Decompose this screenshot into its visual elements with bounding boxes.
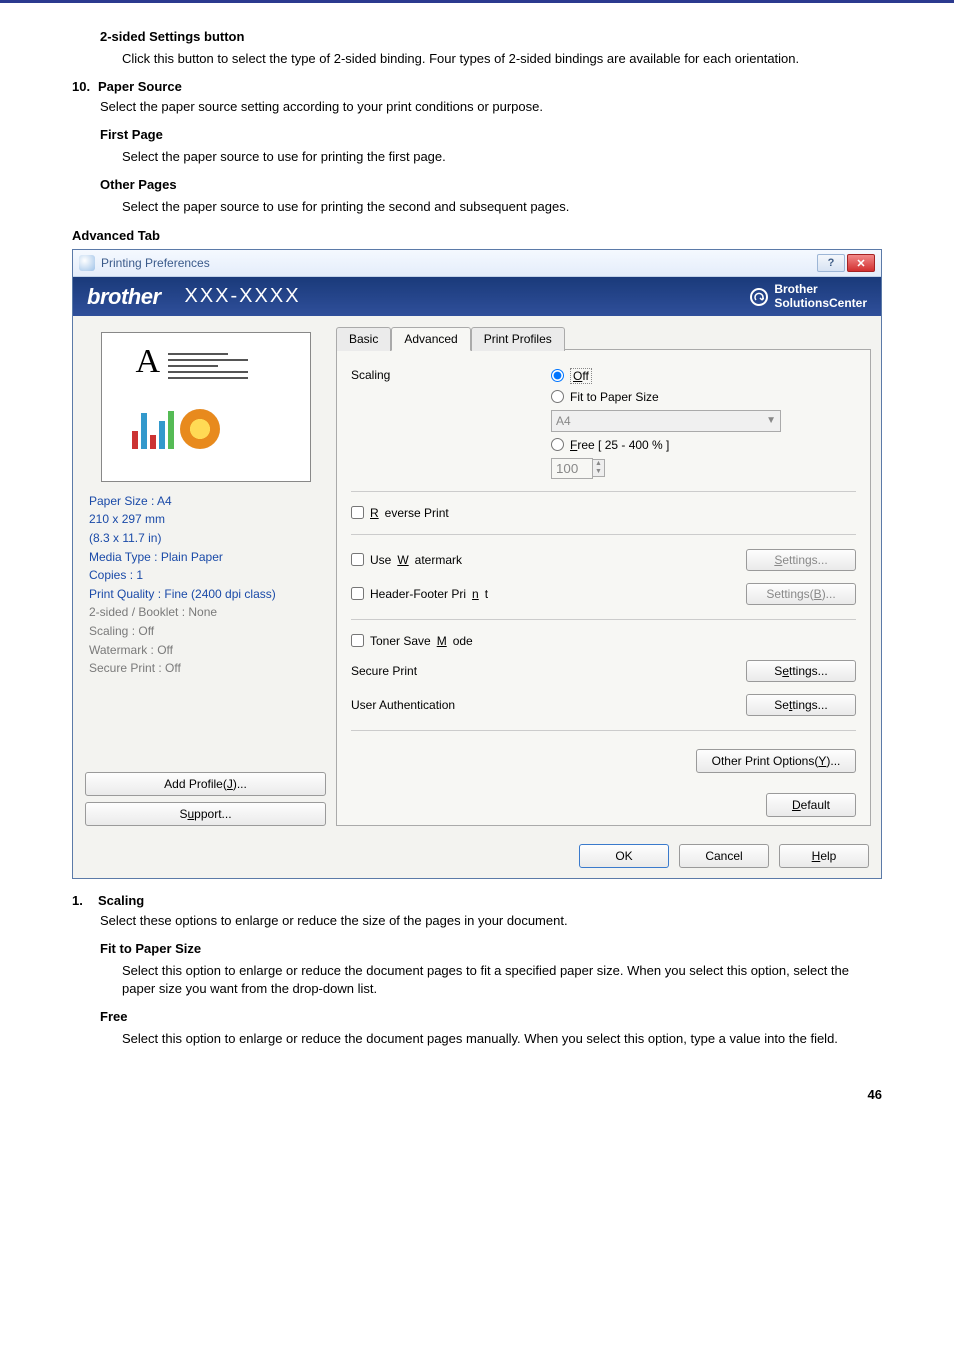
summary-watermark: Watermark : Off xyxy=(89,641,322,660)
spinner-up[interactable]: ▲ xyxy=(593,460,604,468)
help-footer-button[interactable]: Help xyxy=(779,844,869,868)
two-sided-title: 2-sided Settings button xyxy=(100,29,882,44)
other-pages-body: Select the paper source to use for print… xyxy=(122,198,882,217)
model-name: XXX-XXXX xyxy=(185,285,301,308)
summary-quality: Print Quality : Fine (2400 dpi class) xyxy=(89,585,322,604)
fit-title: Fit to Paper Size xyxy=(100,941,882,956)
brother-logo: brother xyxy=(87,284,161,310)
printing-preferences-dialog: Printing Preferences ? ✕ brother XXX-XXX… xyxy=(72,249,882,878)
summary-dims-in: (8.3 x 11.7 in) xyxy=(89,529,322,548)
ok-button[interactable]: OK xyxy=(579,844,669,868)
summary-paper-size: Paper Size : A4 xyxy=(89,492,322,511)
reverse-print-checkbox[interactable]: Reverse Print xyxy=(351,506,449,520)
support-button[interactable]: Support... xyxy=(85,802,326,826)
scaling-off-radio[interactable]: Off xyxy=(551,368,781,384)
page-number: 46 xyxy=(0,1079,954,1122)
chevron-down-icon: ▼ xyxy=(766,415,776,426)
free-title: Free xyxy=(100,1009,882,1024)
first-page-body: Select the paper source to use for print… xyxy=(122,148,882,167)
other-pages-title: Other Pages xyxy=(100,177,882,192)
add-profile-button[interactable]: Add Profile(J)... xyxy=(85,772,326,796)
item10-body: Select the paper source setting accordin… xyxy=(100,98,882,117)
scaling-free-radio[interactable]: Free [ 25 - 400 % ] xyxy=(551,438,781,452)
use-watermark-checkbox[interactable]: Use Watermark xyxy=(351,553,462,567)
two-sided-body: Click this button to select the type of … xyxy=(122,50,882,69)
solutions-arrow-icon xyxy=(750,288,768,306)
tab-advanced[interactable]: Advanced xyxy=(391,327,470,351)
other-print-options-button[interactable]: Other Print Options(Y)... xyxy=(696,749,856,773)
summary-dims-mm: 210 x 297 mm xyxy=(89,510,322,529)
scaling-free-spinner[interactable]: ▲▼ xyxy=(551,458,781,479)
fit-papersize-select[interactable]: A4 ▼ xyxy=(551,410,781,432)
preview-thumbnail: A xyxy=(101,332,311,482)
brand-bar: brother XXX-XXXX Brother SolutionsCenter xyxy=(73,277,881,315)
user-auth-settings-button[interactable]: Settings... xyxy=(746,694,856,716)
header-footer-checkbox[interactable]: Header-Footer Print xyxy=(351,587,488,601)
scaling-label: Scaling xyxy=(351,368,551,382)
summary-scaling: Scaling : Off xyxy=(89,622,322,641)
solutions-line2: SolutionsCenter xyxy=(774,296,867,310)
solutions-center-link[interactable]: Brother SolutionsCenter xyxy=(750,283,867,309)
titlebar: Printing Preferences ? ✕ xyxy=(73,250,881,277)
cancel-button[interactable]: Cancel xyxy=(679,844,769,868)
fit-body: Select this option to enlarge or reduce … xyxy=(122,962,882,1000)
solutions-line1: Brother xyxy=(774,282,817,296)
free-body: Select this option to enlarge or reduce … xyxy=(122,1030,882,1049)
toner-save-checkbox[interactable]: Toner Save Mode xyxy=(351,634,473,648)
item1-title: Scaling xyxy=(98,893,144,908)
window-title: Printing Preferences xyxy=(101,256,210,270)
summary-secure-print: Secure Print : Off xyxy=(89,659,322,678)
summary-media-type: Media Type : Plain Paper xyxy=(89,548,322,567)
secure-print-settings-button[interactable]: Settings... xyxy=(746,660,856,682)
item1-num: 1. xyxy=(72,893,98,908)
close-button[interactable]: ✕ xyxy=(847,254,875,272)
summary-copies: Copies : 1 xyxy=(89,566,322,585)
item10-num: 10. xyxy=(72,79,98,94)
secure-print-label: Secure Print xyxy=(351,664,417,678)
spinner-down[interactable]: ▼ xyxy=(593,468,604,476)
summary-2sided: 2-sided / Booklet : None xyxy=(89,603,322,622)
app-icon xyxy=(79,255,95,271)
settings-summary: Paper Size : A4 210 x 297 mm (8.3 x 11.7… xyxy=(83,492,328,678)
watermark-settings-button[interactable]: Settings... xyxy=(746,549,856,571)
scaling-free-input[interactable] xyxy=(551,458,593,479)
user-auth-label: User Authentication xyxy=(351,698,455,712)
header-footer-settings-button[interactable]: Settings(B)... xyxy=(746,583,856,605)
item1-body: Select these options to enlarge or reduc… xyxy=(100,912,882,931)
tab-print-profiles[interactable]: Print Profiles xyxy=(471,327,565,351)
help-button[interactable]: ? xyxy=(817,254,845,272)
tab-basic[interactable]: Basic xyxy=(336,327,391,351)
advanced-tab-heading: Advanced Tab xyxy=(72,228,882,243)
first-page-title: First Page xyxy=(100,127,882,142)
scaling-fit-radio[interactable]: Fit to Paper Size xyxy=(551,390,781,404)
fit-papersize-value: A4 xyxy=(556,414,571,428)
default-button[interactable]: Default xyxy=(766,793,856,817)
item10-title: Paper Source xyxy=(98,79,182,94)
